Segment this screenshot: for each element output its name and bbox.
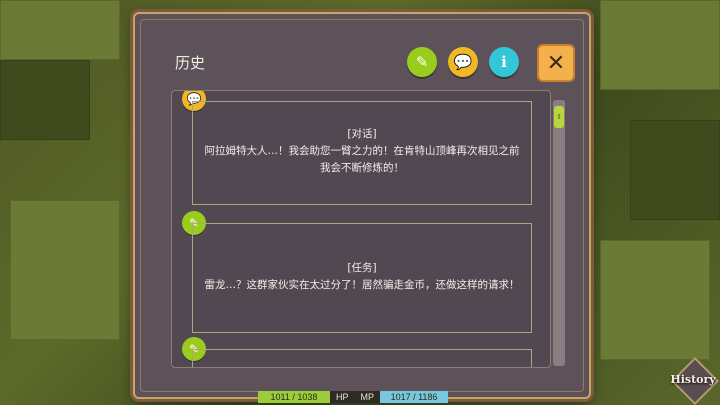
info-icon: i — [501, 53, 507, 71]
info-filter-button[interactable]: i — [489, 47, 519, 77]
entry-text: 阿拉姆特大人…！我会助您一臂之力的！在肯特山顶峰再次相见之前我会不断修炼的！ — [204, 145, 520, 174]
history-dialog: 历史 ✎ 💬 i ✕ 💬 [对话] 阿拉姆特大人…！我会助您一臂之力的！在肯特山… — [133, 12, 591, 399]
entry-tag: [任务] — [347, 262, 377, 274]
hp-value: 1011 / 1038 — [258, 391, 330, 403]
quest-icon: ✎ — [415, 53, 429, 71]
bg-grass-block — [630, 120, 720, 220]
hp-label: HP — [330, 391, 355, 403]
history-entry-quest — [192, 349, 532, 367]
history-list[interactable]: 💬 [对话] 阿拉姆特大人…！我会助您一臂之力的！在肯特山顶峰再次相见之前我会不… — [171, 90, 551, 368]
bg-grass-block — [600, 0, 720, 90]
close-button[interactable]: ✕ — [537, 44, 575, 82]
mp-label: MP — [354, 391, 381, 403]
chat-filter-button[interactable]: 💬 — [448, 47, 478, 77]
bg-grass-block — [0, 0, 120, 60]
scroll-arrows-icon: ⇕ — [556, 113, 562, 121]
dialog-title: 历史 — [175, 54, 206, 72]
entry-text: 雷龙…？这群家伙实在太过分了！居然骗走金币，还做这样的请求！ — [204, 279, 520, 291]
close-icon: ✕ — [546, 50, 566, 76]
mp-value: 1017 / 1186 — [380, 391, 449, 403]
bg-grass-block — [0, 60, 90, 140]
history-entry-quest: [任务] 雷龙…？这群家伙实在太过分了！居然骗走金币，还做这样的请求！ — [192, 223, 532, 333]
quest-filter-button[interactable]: ✎ — [407, 47, 437, 77]
chat-bubble-icon: 💬 — [453, 53, 473, 71]
history-button-label: History — [670, 372, 716, 386]
status-hud: 1011 / 1038 HP MP 1017 / 1186 — [258, 389, 449, 405]
history-button[interactable]: History — [668, 356, 720, 405]
entry-tag: [对话] — [347, 128, 377, 140]
bg-grass-block — [10, 200, 120, 340]
bg-grass-block — [600, 240, 710, 360]
history-entry-dialogue: [对话] 阿拉姆特大人…！我会助您一臂之力的！在肯特山顶峰再次相见之前我会不断修… — [192, 101, 532, 205]
scrollbar-thumb[interactable]: ⇕ — [554, 106, 564, 128]
scrollbar-track[interactable]: ⇕ — [553, 100, 565, 366]
